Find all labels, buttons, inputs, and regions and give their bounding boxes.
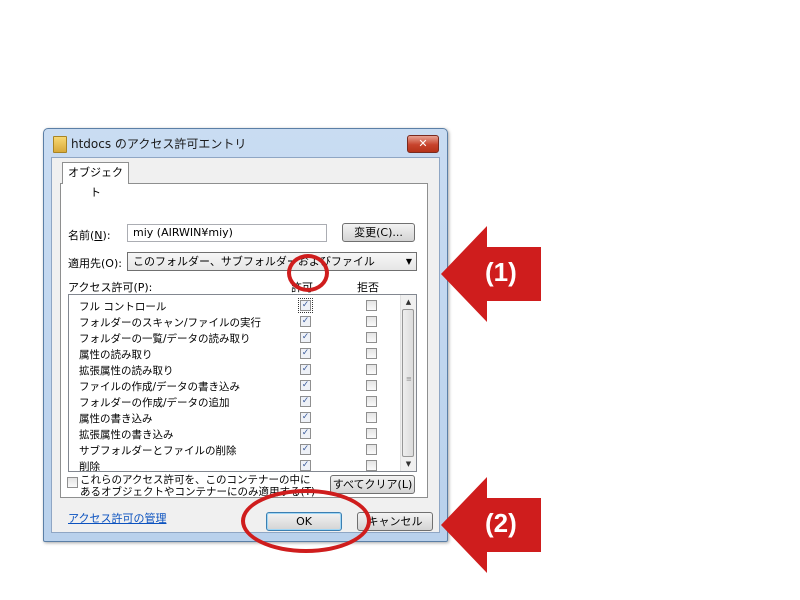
deny-checkbox[interactable] xyxy=(366,380,377,391)
grip-icon: ≡ xyxy=(406,375,412,383)
deny-column-header: 拒否 xyxy=(357,281,379,294)
deny-checkbox[interactable] xyxy=(366,444,377,455)
allow-checkbox[interactable]: ✓ xyxy=(300,460,311,471)
permission-row: 拡張属性の読み取り ✓ xyxy=(69,362,403,378)
permission-name: フル コントロール xyxy=(79,301,167,313)
allow-checkbox[interactable]: ✓ xyxy=(300,412,311,423)
allow-checkbox[interactable]: ✓ xyxy=(300,348,311,359)
title-bar[interactable]: htdocs のアクセス許可エントリ ✕ xyxy=(44,129,447,157)
name-label: 名前(N): xyxy=(68,229,111,242)
allow-checkbox[interactable]: ✓ xyxy=(300,444,311,455)
folder-icon xyxy=(53,136,67,153)
inherit-only-checkbox[interactable] xyxy=(67,477,78,488)
scroll-down-icon[interactable]: ▼ xyxy=(401,457,416,471)
permission-name: フォルダーのスキャン/ファイルの実行 xyxy=(79,317,262,329)
scroll-up-icon[interactable]: ▲ xyxy=(401,295,416,309)
permission-name: 属性の読み取り xyxy=(79,349,153,361)
tab-object[interactable]: オブジェクト xyxy=(62,162,129,199)
permission-row: 属性の書き込み ✓ xyxy=(69,410,403,426)
annotation-label-1: (1) xyxy=(485,257,517,287)
deny-checkbox[interactable] xyxy=(366,364,377,375)
change-button[interactable]: 変更(C)... xyxy=(342,223,415,242)
permission-row: サブフォルダーとファイルの削除 ✓ xyxy=(69,442,403,458)
dropdown-arrow-icon: ▼ xyxy=(405,257,412,266)
permission-rows: フル コントロール ✓ フォルダーのスキャン/ファイルの実行 ✓ フォルダーの一覧/デー… xyxy=(69,298,403,472)
window-title: htdocs のアクセス許可エントリ xyxy=(71,137,247,151)
permission-name: フォルダーの作成/データの追加 xyxy=(79,397,230,409)
permission-row: フル コントロール ✓ xyxy=(69,298,403,314)
permission-row: フォルダーの一覧/データの読み取り ✓ xyxy=(69,330,403,346)
close-button[interactable]: ✕ xyxy=(407,135,439,153)
permissions-label: アクセス許可(P): xyxy=(68,281,153,294)
permission-name: 属性の書き込み xyxy=(79,413,153,425)
permission-name: サブフォルダーとファイルの削除 xyxy=(79,445,237,457)
deny-checkbox[interactable] xyxy=(366,428,377,439)
tab-panel: 名前(N): miy (AIRWIN¥miy) 変更(C)... 適用先(O):… xyxy=(60,183,428,525)
highlight-circle-full-control xyxy=(287,254,329,292)
allow-checkbox[interactable]: ✓ xyxy=(300,428,311,439)
allow-checkbox[interactable]: ✓ xyxy=(300,316,311,327)
deny-checkbox[interactable] xyxy=(366,316,377,327)
manage-permissions-link[interactable]: アクセス許可の管理 xyxy=(68,510,166,526)
deny-checkbox[interactable] xyxy=(366,412,377,423)
permission-row: 削除 ✓ xyxy=(69,458,403,472)
permission-name: 拡張属性の読み取り xyxy=(79,365,174,377)
permission-row: フォルダーのスキャン/ファイルの実行 ✓ xyxy=(69,314,403,330)
scroll-thumb[interactable]: ≡ xyxy=(402,309,414,457)
allow-checkbox[interactable]: ✓ xyxy=(298,298,313,313)
scrollbar[interactable]: ▲ ≡ ▼ xyxy=(400,295,416,471)
annotation-label-2: (2) xyxy=(485,508,517,538)
apply-to-label: 適用先(O): xyxy=(68,257,122,270)
permission-row: ファイルの作成/データの書き込み ✓ xyxy=(69,378,403,394)
deny-checkbox[interactable] xyxy=(366,396,377,407)
deny-checkbox[interactable] xyxy=(366,348,377,359)
apply-to-value: このフォルダー、サブフォルダーおよびファイル xyxy=(133,255,375,268)
highlight-circle-ok xyxy=(241,489,371,553)
name-field[interactable]: miy (AIRWIN¥miy) xyxy=(127,224,327,242)
deny-checkbox[interactable] xyxy=(366,300,377,311)
deny-checkbox[interactable] xyxy=(366,332,377,343)
permission-name: 削除 xyxy=(79,461,100,472)
allow-checkbox[interactable]: ✓ xyxy=(300,396,311,407)
apply-to-select[interactable]: このフォルダー、サブフォルダーおよびファイル ▼ xyxy=(127,252,417,271)
permission-name: 拡張属性の書き込み xyxy=(79,429,174,441)
dialog-body: オブジェクト 名前(N): miy (AIRWIN¥miy) 変更(C)... … xyxy=(51,157,440,533)
permission-row: 属性の読み取り ✓ xyxy=(69,346,403,362)
permissions-list[interactable]: フル コントロール ✓ フォルダーのスキャン/ファイルの実行 ✓ フォルダーの一覧/デー… xyxy=(68,294,417,472)
allow-checkbox[interactable]: ✓ xyxy=(300,332,311,343)
allow-checkbox[interactable]: ✓ xyxy=(300,364,311,375)
deny-checkbox[interactable] xyxy=(366,460,377,471)
clear-all-button[interactable]: すべてクリア(L) xyxy=(330,475,415,494)
allow-checkbox[interactable]: ✓ xyxy=(300,380,311,391)
permission-entry-dialog: htdocs のアクセス許可エントリ ✕ オブジェクト 名前(N): miy (… xyxy=(43,128,448,542)
permission-name: フォルダーの一覧/データの読み取り xyxy=(79,333,251,345)
permission-row: 拡張属性の書き込み ✓ xyxy=(69,426,403,442)
permission-name: ファイルの作成/データの書き込み xyxy=(79,381,241,393)
permission-row: フォルダーの作成/データの追加 ✓ xyxy=(69,394,403,410)
